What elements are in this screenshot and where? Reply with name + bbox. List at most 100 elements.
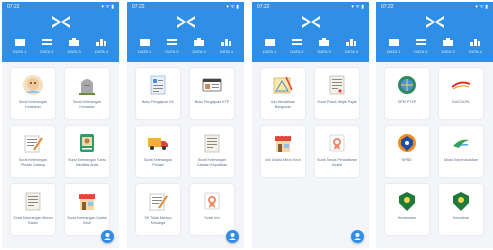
id-card-icon [80, 134, 94, 152]
tab-label: DATA 1 [263, 49, 277, 54]
swoosh-logo-icon [451, 81, 471, 90]
tab-label: DATA 1 [13, 49, 27, 54]
tab-2[interactable]: DATA 2 [162, 35, 182, 57]
menu-card-label: Buku Pengajuan KTP [194, 100, 230, 104]
chart-icon [96, 39, 107, 46]
document-icon [204, 134, 220, 153]
tab-3[interactable]: DATA 3 [64, 35, 84, 57]
menu-card-pindah-datang[interactable]: Surat Keterangan Pindah Datang [11, 126, 55, 177]
menu-card-npwp[interactable]: Surat Pokok Wajib Pajak [315, 68, 359, 119]
menu-card-pindah[interactable]: Surat Keterangan Pindah [136, 126, 180, 177]
app-logo-icon [425, 16, 444, 28]
briefcase-icon [443, 38, 454, 46]
tab-4[interactable]: DATA 4 [341, 35, 361, 57]
document-icon [25, 192, 41, 211]
menu-card-kia[interactable]: Surat Keterangan Kartu Identitas Anak [65, 126, 109, 177]
menu-card-usaha-kecil[interactable]: Surat Keterangan Usaha Kecil [65, 184, 109, 235]
menu-card-label: Surat Keterangan Kematian [72, 100, 102, 109]
profile-fab-button[interactable] [101, 230, 114, 243]
menu-card-imb[interactable]: Izin Mendirikan Bangunan [261, 68, 305, 119]
chart-icon [221, 39, 232, 46]
menu-card-label: Kelurahan [452, 216, 470, 220]
tab-label: DATA 1 [387, 49, 401, 54]
phone-screen-2: 07:22 ▾ ᯤ ▮ DATA 1 DATA 2 DATA 3 DATA 4 B… [127, 2, 244, 248]
tab-2[interactable]: DATA 2 [287, 35, 307, 57]
menu-card-label: DPM PTSP [397, 100, 417, 104]
app-header: 07:22 ▾ ᯤ ▮ DATA 1 DATA 2 DATA 3 DATA 4 [127, 2, 244, 62]
menu-grid: Izin Mendirikan Bangunan Surat Pokok Waj… [261, 68, 361, 177]
app-logo-icon [51, 16, 70, 28]
status-bar: 07:22 ▾ ᯤ ▮ [376, 2, 493, 13]
briefcase-icon [194, 38, 205, 46]
briefcase-icon [319, 38, 330, 46]
menu-card-skck[interactable]: Surat Keterangan Catatan Kepolisian [190, 126, 234, 177]
tab-3[interactable]: DATA 3 [438, 35, 458, 57]
app-header: 07:22 ▾ ᯤ ▮ DATA 1 DATA 2 DATA 3 DATA 4 [376, 2, 493, 62]
menu-card-label: Surat Keterangan Kartu Identitas Anak [68, 158, 106, 167]
tab-label: DATA 3 [67, 49, 81, 54]
status-icons: ▾ ᯤ ▮ [475, 4, 488, 10]
menu-card-label: Surat Keterangan Catatan Kepolisian [196, 158, 228, 167]
person-icon [264, 39, 275, 46]
menu-card-tidak-mampu[interactable]: SK Tidak Mampu Keluarga [136, 184, 180, 235]
tab-3[interactable]: DATA 3 [189, 35, 209, 57]
id-card-icon [202, 78, 222, 92]
profile-fab-button[interactable] [351, 230, 364, 243]
menu-card-label: BPBD [402, 158, 412, 162]
tab-label: DATA 4 [219, 49, 233, 54]
menu-card-kelurahan[interactable]: Kelurahan [439, 184, 483, 235]
menu-card-izin[interactable]: Surat Izin [190, 184, 234, 235]
profile-fab-button[interactable] [226, 230, 239, 243]
shield-emblem-icon [398, 134, 416, 152]
tab-4[interactable]: DATA 4 [216, 35, 236, 57]
tab-1[interactable]: DATA 1 [10, 35, 30, 57]
menu-card-bpbd[interactable]: BPBD [385, 126, 429, 177]
tab-3[interactable]: DATA 3 [314, 35, 334, 57]
tombstone-icon [79, 79, 95, 95]
tab-label: DATA 2 [290, 49, 304, 54]
tab-bar: DATA 1 DATA 2 DATA 3 DATA 4 [127, 35, 244, 59]
menu-card-dpm-ptsp[interactable]: DPM PTSP [385, 68, 429, 119]
menu-card-dinas-kependudukan[interactable]: Dinas Kependudukan [439, 126, 483, 177]
tab-1[interactable]: DATA 1 [135, 35, 155, 57]
tab-label: DATA 3 [441, 49, 455, 54]
tab-1[interactable]: DATA 1 [260, 35, 280, 57]
tab-2[interactable]: DATA 2 [411, 35, 431, 57]
store-icon [275, 135, 291, 152]
tab-2[interactable]: DATA 2 [37, 35, 57, 57]
menu-card-label: Kecamatan [397, 216, 417, 220]
truck-icon [148, 138, 168, 150]
tab-1[interactable]: DATA 1 [384, 35, 404, 57]
app-header: 07:22 ▾ ᯤ ▮ DATA 1 DATA 2 DATA 3 DATA 4 [252, 2, 369, 62]
list-icon [166, 39, 177, 45]
blueprint-icon [273, 76, 293, 94]
status-time: 07:22 [381, 4, 394, 10]
tab-4[interactable]: DATA 4 [91, 35, 111, 57]
document-sign-icon [24, 135, 43, 153]
green-emblem-icon [453, 192, 469, 211]
certificate-icon [329, 134, 345, 152]
app-logo-icon [176, 16, 195, 28]
status-bar: 07:22 ▾ ᯤ ▮ [127, 2, 244, 13]
menu-card-kelahiran[interactable]: Surat Keterangan Kelahiran [11, 68, 55, 119]
menu-card-belum-kawin[interactable]: Surat Keterangan Belum Kawin [11, 184, 55, 235]
tab-bar: DATA 1 DATA 2 DATA 3 DATA 4 [252, 35, 369, 59]
person-icon [229, 233, 236, 240]
menu-card-kematian[interactable]: Surat Keterangan Kematian [65, 68, 109, 119]
tab-bar: DATA 1 DATA 2 DATA 3 DATA 4 [2, 35, 119, 59]
menu-card-label: Izin Mendirikan Bangunan [270, 100, 296, 109]
menu-card-label: Surat Izin [204, 216, 220, 220]
menu-card-kecamatan[interactable]: Kecamatan [385, 184, 429, 235]
tab-4[interactable]: DATA 4 [465, 35, 485, 57]
menu-card-dukcapil[interactable]: DUKCAPIL [439, 68, 483, 119]
menu-card-pengajuan-ktp[interactable]: Buku Pengajuan KTP [190, 68, 234, 119]
store-icon [79, 193, 95, 210]
tab-label: DATA 2 [40, 49, 54, 54]
status-icons: ▾ ᯤ ▮ [101, 4, 114, 10]
menu-card-pengajuan-kk[interactable]: Buku Pengajuan KK [136, 68, 180, 119]
menu-card-iumk[interactable]: Izin Usaha Mikro Kecil [261, 126, 305, 177]
tab-label: DATA 4 [468, 49, 482, 54]
menu-card-label: Dinas Kependudukan [443, 158, 479, 162]
chart-icon [346, 39, 357, 46]
menu-card-tdp[interactable]: Surat Tanda Pendaftaran Usaha [315, 126, 359, 177]
